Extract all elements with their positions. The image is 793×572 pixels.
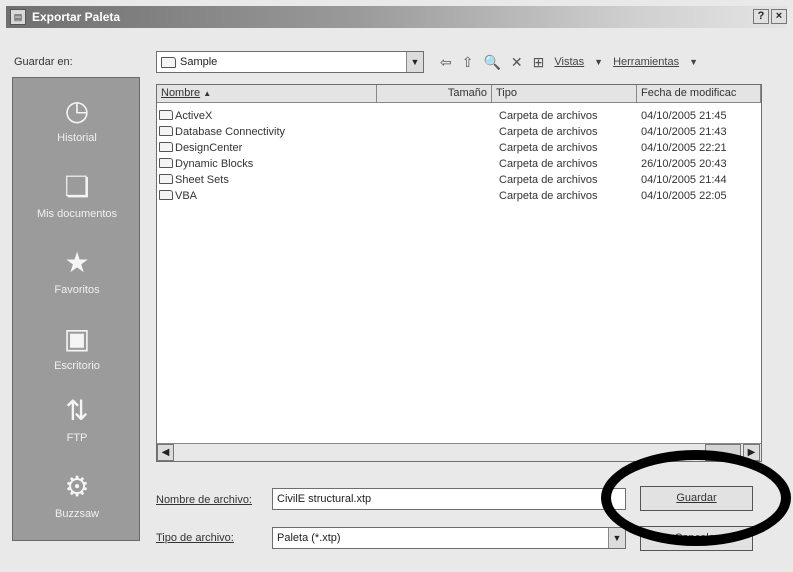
place-favorites[interactable]: ★ Favoritos (13, 246, 141, 296)
help-button[interactable]: ? (753, 9, 769, 24)
file-type: Carpeta de archivos (499, 190, 598, 202)
column-header-name[interactable]: Nombre ▲ (157, 85, 377, 103)
file-date: 04/10/2005 22:05 (641, 190, 727, 202)
up-folder-icon[interactable]: ⇧ (462, 54, 474, 71)
folder-icon (159, 174, 173, 184)
save-button[interactable]: Guardar (640, 486, 753, 511)
place-label: Favoritos (54, 284, 100, 296)
back-icon[interactable]: ⇦ (440, 54, 452, 71)
tools-menu[interactable]: Herramientas (613, 56, 679, 68)
filename-label: Nombre de archivo: (156, 494, 252, 506)
toolbar: ⇦ ⇧ 🔍 ✕ ⊞ Vistas ▼ Herramientas ▼ (440, 52, 698, 72)
table-row[interactable]: Sheet Sets (159, 173, 229, 187)
table-row[interactable]: VBA (159, 189, 197, 203)
star-icon: ★ (64, 247, 90, 278)
scroll-right-icon[interactable]: ▶ (743, 444, 760, 461)
ftp-icon: ⇅ (65, 395, 89, 426)
views-menu[interactable]: Vistas (554, 56, 584, 68)
file-type: Carpeta de archivos (499, 158, 598, 170)
folder-icon (159, 158, 173, 168)
place-buzzsaw[interactable]: ⚙ Buzzsaw (13, 470, 141, 520)
file-type: Carpeta de archivos (499, 142, 598, 154)
place-label: FTP (66, 432, 88, 444)
save-in-label: Guardar en: (14, 56, 73, 68)
file-date: 04/10/2005 22:21 (641, 142, 727, 154)
table-row[interactable]: ActiveX (159, 109, 212, 123)
desktop-icon: ▣ (63, 323, 91, 354)
documents-icon: ❏ (64, 171, 90, 202)
file-date: 04/10/2005 21:44 (641, 174, 727, 186)
file-date: 04/10/2005 21:43 (641, 126, 727, 138)
file-list: Nombre ▲ Tamaño Tipo Fecha de modificac … (156, 84, 762, 462)
tools-dropdown-icon[interactable]: ▼ (689, 57, 698, 67)
place-desktop[interactable]: ▣ Escritorio (13, 322, 141, 372)
app-icon: ▤ (10, 9, 26, 25)
places-bar: ◷ Historial ❏ Mis documentos ★ Favoritos… (12, 77, 140, 541)
save-in-combo[interactable]: Sample ▼ (156, 51, 424, 73)
scroll-thumb[interactable] (705, 444, 741, 461)
folder-icon (159, 110, 173, 120)
file-date: 04/10/2005 21:45 (641, 110, 727, 122)
folder-icon (159, 142, 173, 152)
clock-icon: ◷ (64, 95, 90, 126)
place-my-documents[interactable]: ❏ Mis documentos (13, 170, 141, 220)
save-in-value: Sample (180, 56, 218, 68)
filetype-label: Tipo de archivo: (156, 532, 234, 544)
table-row[interactable]: Database Connectivity (159, 125, 285, 139)
horizontal-scrollbar[interactable]: ◀ ▶ (157, 443, 761, 461)
place-history[interactable]: ◷ Historial (13, 94, 141, 144)
title-buttons: ? × (753, 9, 787, 24)
column-header-date[interactable]: Fecha de modificac (637, 85, 761, 103)
file-type: Carpeta de archivos (499, 110, 598, 122)
buzzsaw-icon: ⚙ (64, 471, 90, 502)
table-row[interactable]: DesignCenter (159, 141, 242, 155)
place-label: Mis documentos (36, 208, 118, 220)
close-button[interactable]: × (771, 9, 787, 24)
place-label: Escritorio (54, 360, 100, 372)
filetype-value: Paleta (*.xtp) (277, 532, 341, 544)
file-type: Carpeta de archivos (499, 174, 598, 186)
delete-icon[interactable]: ✕ (511, 54, 523, 71)
place-label: Buzzsaw (54, 508, 100, 520)
search-icon[interactable]: 🔍 (483, 54, 500, 71)
folder-icon (161, 56, 176, 68)
dialog-title: Exportar Paleta (32, 10, 121, 24)
column-header-type[interactable]: Tipo (492, 85, 637, 103)
folder-icon (159, 190, 173, 200)
table-row[interactable]: Dynamic Blocks (159, 157, 253, 171)
place-label: Historial (57, 132, 97, 144)
filename-input[interactable]: CivilE structural.xtp (272, 488, 626, 510)
place-ftp[interactable]: ⇅ FTP (13, 394, 141, 444)
export-palette-dialog: ▤ Exportar Paleta ? × Guardar en: Sample… (0, 0, 793, 572)
new-folder-icon[interactable]: ⊞ (533, 54, 545, 71)
scroll-left-icon[interactable]: ◀ (157, 444, 174, 461)
chevron-down-icon[interactable]: ▼ (608, 528, 625, 548)
column-header-size[interactable]: Tamaño (377, 85, 492, 103)
cancel-button[interactable]: Cancelar (640, 526, 753, 551)
file-date: 26/10/2005 20:43 (641, 158, 727, 170)
chevron-down-icon[interactable]: ▼ (406, 52, 423, 72)
file-type: Carpeta de archivos (499, 126, 598, 138)
views-dropdown-icon[interactable]: ▼ (594, 57, 603, 67)
filetype-combo[interactable]: Paleta (*.xtp) ▼ (272, 527, 626, 549)
folder-icon (159, 126, 173, 136)
title-bar: ▤ Exportar Paleta ? × (6, 6, 787, 28)
